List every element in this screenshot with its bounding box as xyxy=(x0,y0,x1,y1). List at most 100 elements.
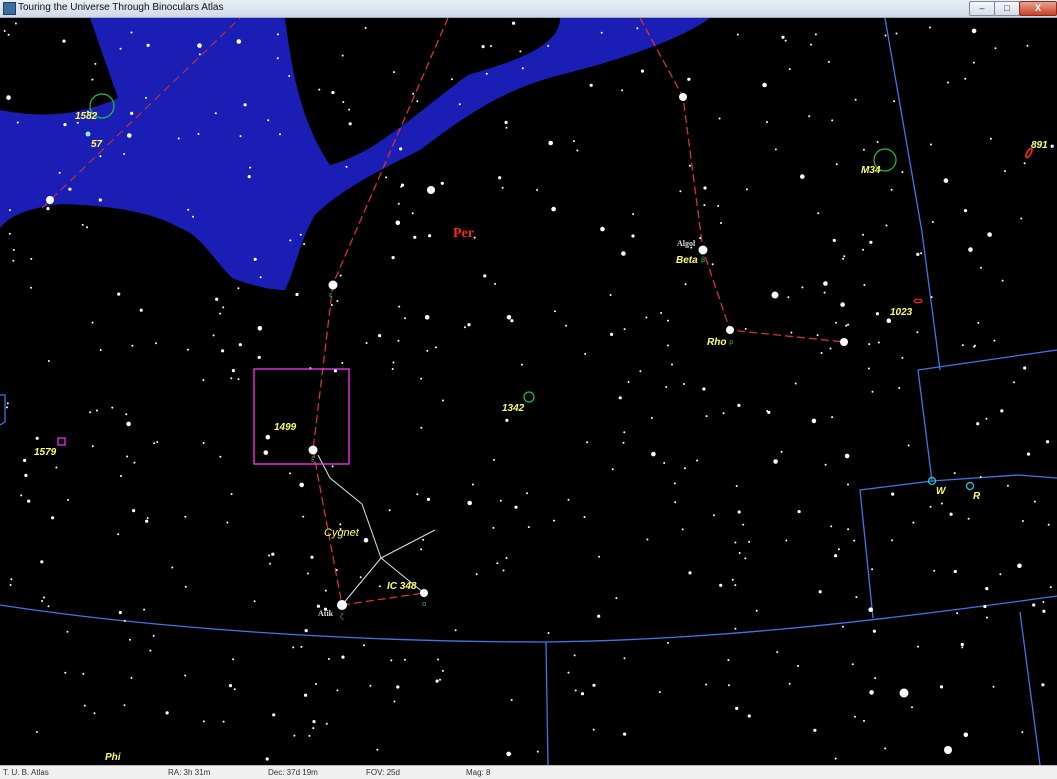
star xyxy=(800,174,805,179)
star xyxy=(336,300,339,302)
star xyxy=(184,515,187,518)
star xyxy=(348,122,352,126)
star xyxy=(304,693,308,697)
star-label-rho: Rho xyxy=(707,337,726,348)
nebula-box-icon[interactable] xyxy=(57,437,66,446)
star xyxy=(1020,217,1023,220)
star xyxy=(747,714,751,718)
star xyxy=(755,609,758,612)
star xyxy=(797,665,799,667)
star xyxy=(481,45,485,49)
star xyxy=(632,213,635,215)
star xyxy=(55,466,58,469)
star xyxy=(912,521,915,524)
star xyxy=(876,141,879,143)
star xyxy=(843,255,846,258)
star xyxy=(703,204,706,207)
star xyxy=(844,453,850,459)
star xyxy=(536,750,539,753)
star xyxy=(510,319,514,323)
title-bar[interactable]: Touring the Universe Through Binoculars … xyxy=(0,0,1057,18)
star xyxy=(711,263,714,266)
star-atik[interactable] xyxy=(337,600,347,610)
star xyxy=(6,95,11,100)
nebula-box-icon[interactable] xyxy=(253,368,350,465)
open-cluster-icon[interactable] xyxy=(523,391,535,403)
star xyxy=(427,186,435,194)
star xyxy=(551,206,556,212)
star xyxy=(308,734,311,737)
star xyxy=(237,287,240,290)
galaxy-icon[interactable] xyxy=(913,298,923,304)
star xyxy=(976,422,980,426)
star xyxy=(851,663,854,666)
star xyxy=(830,525,833,528)
star xyxy=(30,286,32,289)
star xyxy=(920,252,923,255)
close-button[interactable]: X xyxy=(1019,1,1057,16)
star xyxy=(1000,409,1004,413)
star xyxy=(688,77,691,80)
star xyxy=(871,568,874,571)
star xyxy=(348,108,351,111)
star xyxy=(397,339,400,342)
star xyxy=(9,209,11,212)
star xyxy=(734,584,737,587)
dso-label-1342: 1342 xyxy=(502,403,525,414)
star xyxy=(929,143,932,146)
star-algol[interactable] xyxy=(698,245,708,255)
star xyxy=(899,688,909,698)
star xyxy=(145,519,149,523)
star xyxy=(40,560,44,564)
star xyxy=(893,100,896,103)
star-rho[interactable] xyxy=(726,326,734,334)
star xyxy=(810,43,813,46)
star xyxy=(293,734,296,737)
star xyxy=(526,492,528,495)
star xyxy=(475,573,478,576)
star-chart-canvas[interactable]: Per Algol Atik Beta Rho Phi W R 1582 57 … xyxy=(0,18,1057,765)
star xyxy=(335,569,338,571)
star xyxy=(869,240,873,244)
star xyxy=(493,458,495,461)
star xyxy=(259,276,262,279)
star xyxy=(99,349,102,351)
star xyxy=(766,121,768,124)
star xyxy=(440,181,444,185)
star xyxy=(198,53,201,56)
minimize-button[interactable]: – xyxy=(969,1,995,16)
maximize-button[interactable]: □ xyxy=(994,1,1020,16)
star xyxy=(257,326,263,331)
star xyxy=(1013,381,1015,384)
star xyxy=(391,368,394,370)
star xyxy=(416,100,419,103)
star xyxy=(376,748,379,751)
star xyxy=(391,256,395,260)
star xyxy=(312,720,316,724)
star xyxy=(239,135,242,138)
star xyxy=(640,69,645,73)
star xyxy=(854,715,856,718)
star xyxy=(871,390,874,393)
star-chart[interactable]: Per Algol Atik Beta Rho Phi W R 1582 57 … xyxy=(0,18,1057,765)
star xyxy=(744,557,747,560)
star xyxy=(308,445,318,455)
star xyxy=(257,355,261,359)
star xyxy=(388,509,391,512)
star xyxy=(576,149,579,152)
star xyxy=(222,720,225,723)
star xyxy=(679,190,682,193)
star xyxy=(801,286,804,289)
star xyxy=(63,123,67,127)
star xyxy=(886,318,892,324)
variable-star-icon[interactable] xyxy=(965,481,975,491)
star xyxy=(439,678,441,681)
star xyxy=(46,196,54,204)
star xyxy=(253,257,257,261)
star xyxy=(636,27,639,30)
star xyxy=(302,515,305,518)
star xyxy=(64,671,67,674)
star xyxy=(774,148,777,151)
star xyxy=(263,450,269,455)
star xyxy=(303,243,306,246)
